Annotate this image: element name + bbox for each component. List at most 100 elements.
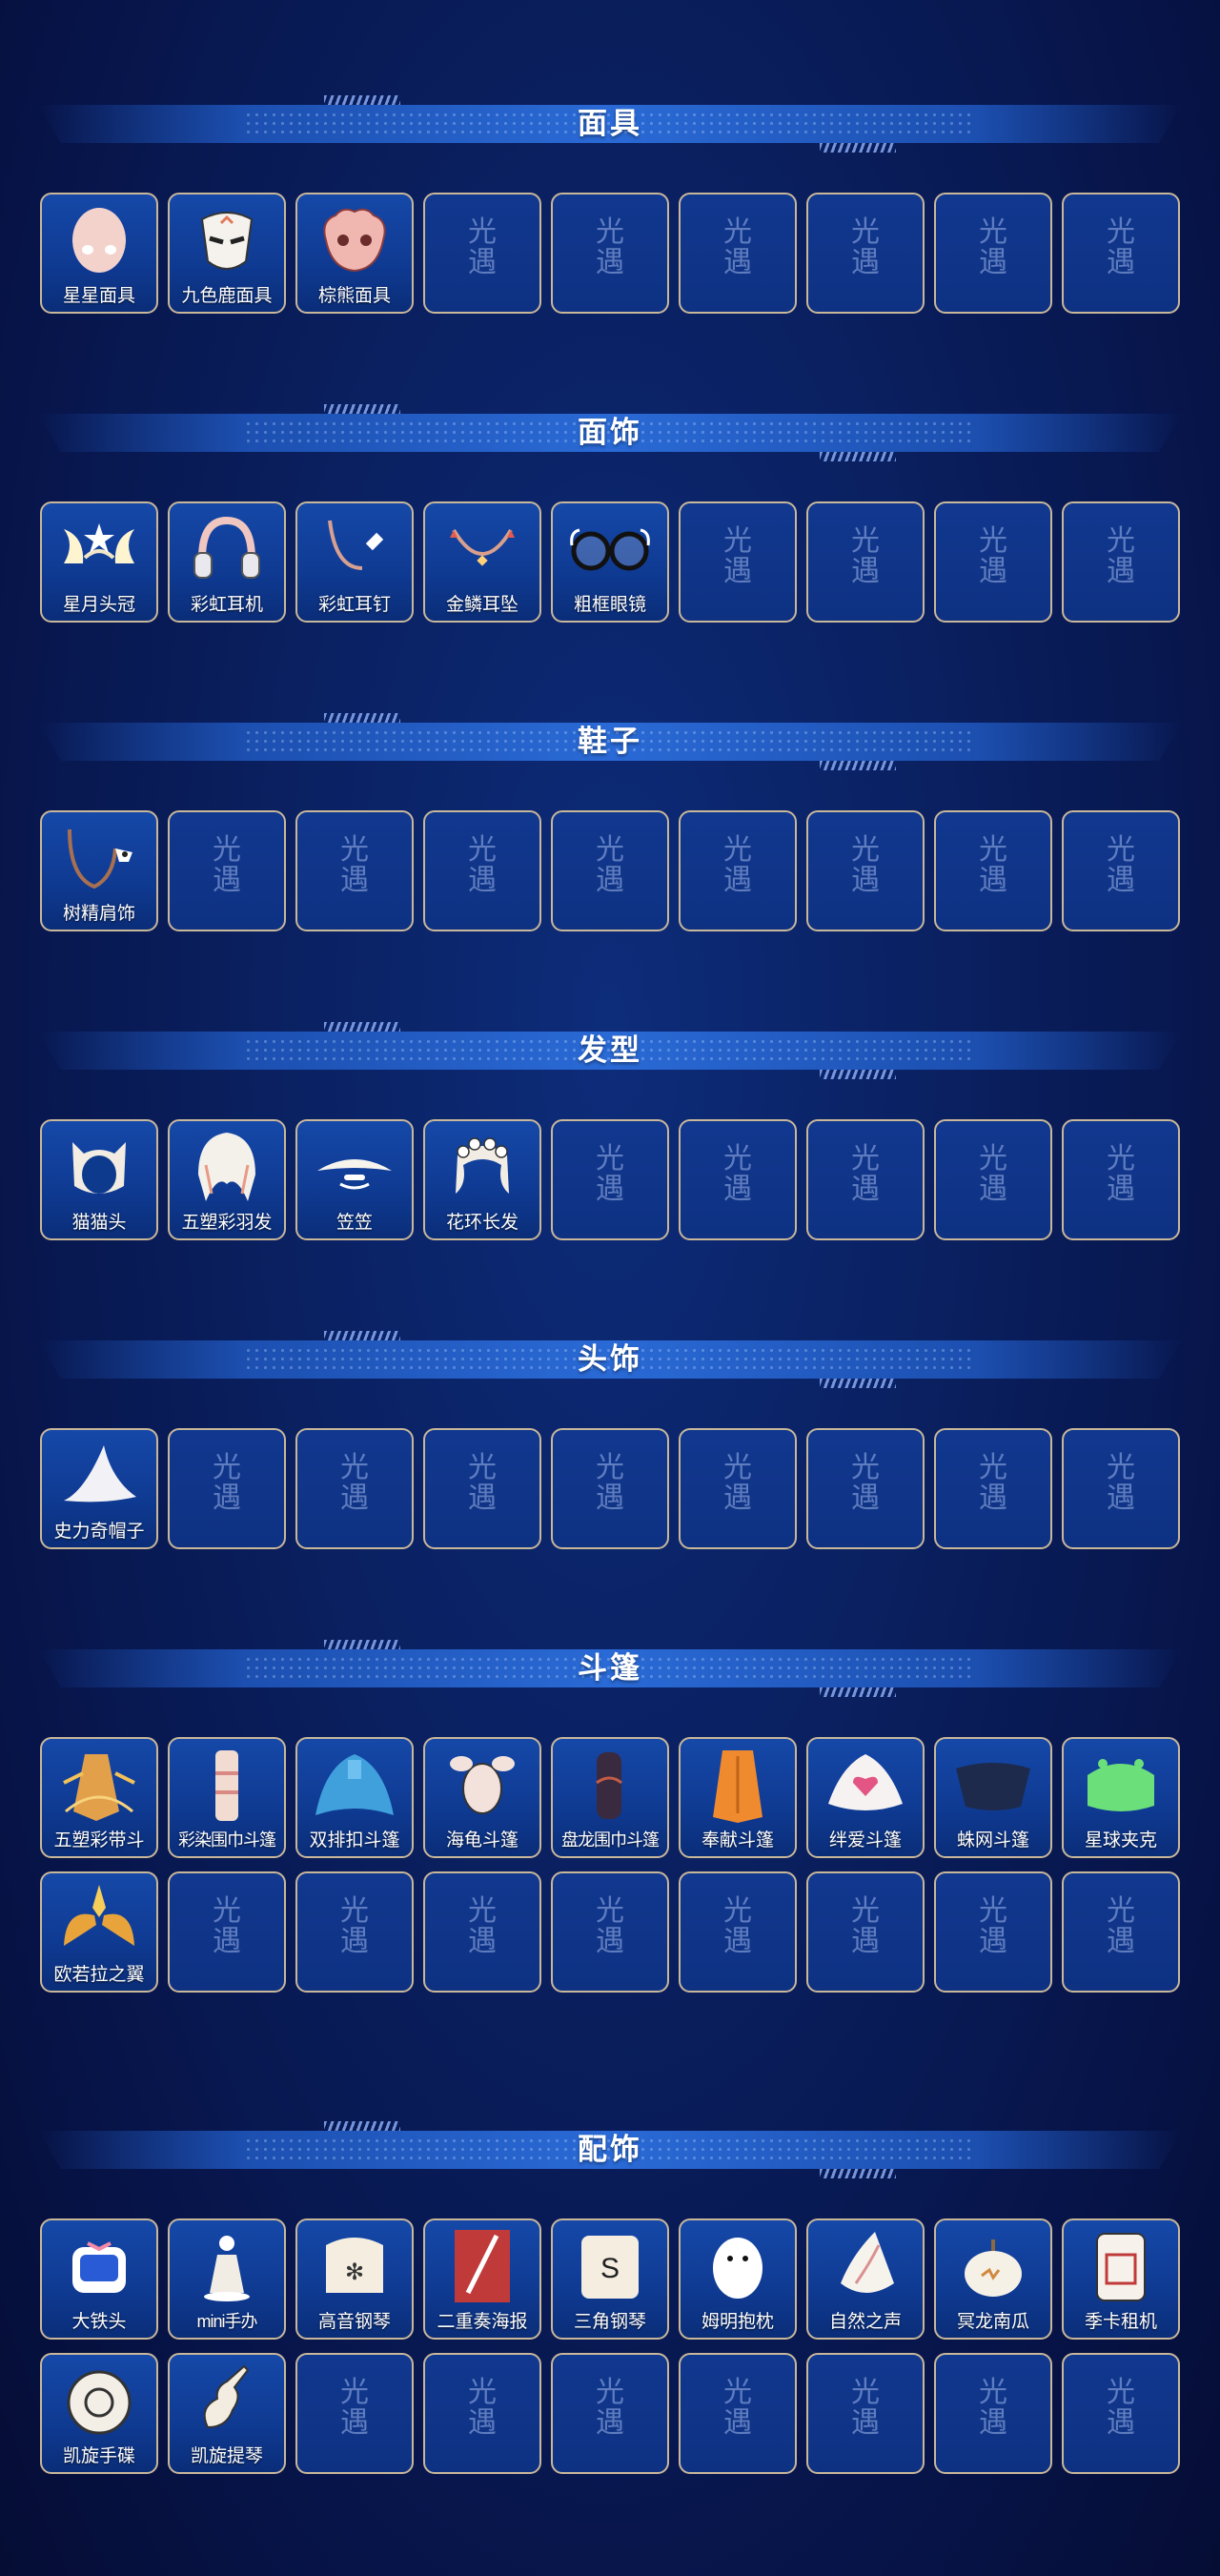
item-row: 星星面具 九色鹿面具 棕熊面具光遇光遇光遇光遇光遇光遇 [40,193,1180,314]
item-tile[interactable]: 冥龙南瓜 [934,2218,1052,2340]
placeholder-logo-bottom: 遇 [468,247,497,278]
star-mask-icon [42,200,156,280]
placeholder-logo-bottom: 遇 [851,247,880,278]
item-tile[interactable]: 史力奇帽子 [40,1428,158,1549]
item-tile[interactable]: 盘龙围巾斗篷 [551,1737,669,1858]
item-label: 笠笠 [336,1213,373,1233]
item-tile[interactable]: S 三角钢琴 [551,2218,669,2340]
item-tile[interactable]: 凯旋提琴 [168,2353,286,2474]
empty-slot: 光遇 [1062,1871,1180,1993]
item-tile[interactable]: 棕熊面具 [295,193,414,314]
golden-scale-earring-icon [425,509,539,589]
placeholder-logo-bottom: 遇 [468,1926,497,1957]
item-tile[interactable]: mini手办 [168,2218,286,2340]
section-banner: 配饰 [38,2117,1182,2180]
empty-slot: 光遇 [295,1428,414,1549]
placeholder-logo-bottom: 遇 [340,2407,369,2439]
item-label: 大铁头 [71,2312,127,2332]
empty-slot: 光遇 [806,2353,925,2474]
item-tile[interactable]: 凯旋手碟 [40,2353,158,2474]
placeholder-logo-bottom: 遇 [340,1926,369,1957]
empty-slot: 光遇 [679,1119,797,1240]
item-tile[interactable]: 星星面具 [40,193,158,314]
banner-stripe [324,2121,400,2131]
empty-slot: 光遇 [934,2353,1052,2474]
item-tile[interactable]: ✻ 高音钢琴 [295,2218,414,2340]
scarf-cape-icon [170,1745,284,1825]
item-tile[interactable]: 星球夹克 [1062,1737,1180,1858]
placeholder-logo-top: 光 [213,1895,241,1927]
item-grid: 史力奇帽子光遇光遇光遇光遇光遇光遇光遇光遇 [40,1428,1180,1563]
item-tile[interactable]: 欧若拉之翼 [40,1871,158,1993]
item-tile[interactable]: 彩染围巾斗篷 [168,1737,286,1858]
item-label: 欧若拉之翼 [53,1965,145,1985]
placeholder-logo-bottom: 遇 [979,1926,1007,1957]
item-tile[interactable]: 星月头冠 [40,501,158,623]
banner-stripe [820,761,896,770]
item-tile[interactable]: 花环长发 [423,1119,541,1240]
item-tile[interactable]: 绊爱斗篷 [806,1737,925,1858]
placeholder-logo-bottom: 遇 [979,556,1007,587]
empty-slot: 光遇 [934,501,1052,623]
item-tile[interactable]: 五塑彩羽发 [168,1119,286,1240]
item-label: 双排扣斗篷 [309,1830,400,1850]
placeholder-logo-top: 光 [979,1143,1007,1175]
item-label: 海龟斗篷 [445,1830,518,1850]
item-tile[interactable]: 蛛网斗篷 [934,1737,1052,1858]
empty-slot: 光遇 [1062,1119,1180,1240]
placeholder-logo-top: 光 [340,1452,369,1483]
item-tile[interactable]: 彩虹耳钉 [295,501,414,623]
section-banner: 斗篷 [38,1636,1182,1699]
placeholder-logo-top: 光 [468,1895,497,1927]
item-tile[interactable]: 大铁头 [40,2218,158,2340]
item-tile[interactable]: 五塑彩带斗 [40,1737,158,1858]
empty-slot: 光遇 [679,810,797,931]
item-tile[interactable]: 姆明抱枕 [679,2218,797,2340]
item-tile[interactable]: 金鳞耳坠 [423,501,541,623]
placeholder-logo-top: 光 [1107,834,1135,866]
item-tile[interactable]: 二重奏海报 [423,2218,541,2340]
section-banner: 面饰 [38,400,1182,463]
item-label: 星星面具 [62,286,135,306]
item-label: 粗框眼镜 [573,595,646,615]
mini-figure-icon [170,2226,284,2306]
placeholder-logo-top: 光 [596,216,624,248]
empty-slot: 光遇 [934,1428,1052,1549]
empty-slot: 光遇 [934,1871,1052,1993]
item-tile[interactable]: 猫猫头 [40,1119,158,1240]
item-label: 姆明抱枕 [701,2312,774,2332]
dragon-scarf-cape-icon [553,1745,667,1825]
banner-stripe [820,1379,896,1388]
placeholder-logo-top: 光 [723,1452,752,1483]
item-tile[interactable]: 树精肩饰 [40,810,158,931]
item-tile[interactable]: 双排扣斗篷 [295,1737,414,1858]
empty-slot: 光遇 [423,193,541,314]
placeholder-logo-top: 光 [1107,2377,1135,2408]
item-tile[interactable]: 自然之声 [806,2218,925,2340]
placeholder-logo-top: 光 [979,216,1007,248]
placeholder-logo-bottom: 遇 [723,1926,752,1957]
item-label: 五塑彩羽发 [181,1213,273,1233]
placeholder-logo-top: 光 [1107,1452,1135,1483]
item-tile[interactable]: 笠笠 [295,1119,414,1240]
item-row: 树精肩饰光遇光遇光遇光遇光遇光遇光遇光遇 [40,810,1180,931]
item-tile[interactable]: 彩虹耳机 [168,501,286,623]
placeholder-logo-bottom: 遇 [1107,865,1135,896]
item-tile[interactable]: 季卡租机 [1062,2218,1180,2340]
empty-slot: 光遇 [423,2353,541,2474]
item-tile[interactable]: 九色鹿面具 [168,193,286,314]
item-tile[interactable]: 海龟斗篷 [423,1737,541,1858]
placeholder-logo-bottom: 遇 [1107,2407,1135,2439]
placeholder-logo-top: 光 [979,525,1007,557]
placeholder-logo-top: 光 [851,525,880,557]
empty-slot: 光遇 [806,1119,925,1240]
item-label: 五塑彩带斗 [53,1830,145,1850]
item-label: 彩虹耳机 [190,595,263,615]
placeholder-logo-top: 光 [979,834,1007,866]
item-tile[interactable]: 奉献斗篷 [679,1737,797,1858]
empty-slot: 光遇 [1062,1428,1180,1549]
placeholder-logo-top: 光 [596,1143,624,1175]
empty-slot: 光遇 [1062,193,1180,314]
placeholder-logo-top: 光 [851,1895,880,1927]
item-tile[interactable]: 粗框眼镜 [551,501,669,623]
